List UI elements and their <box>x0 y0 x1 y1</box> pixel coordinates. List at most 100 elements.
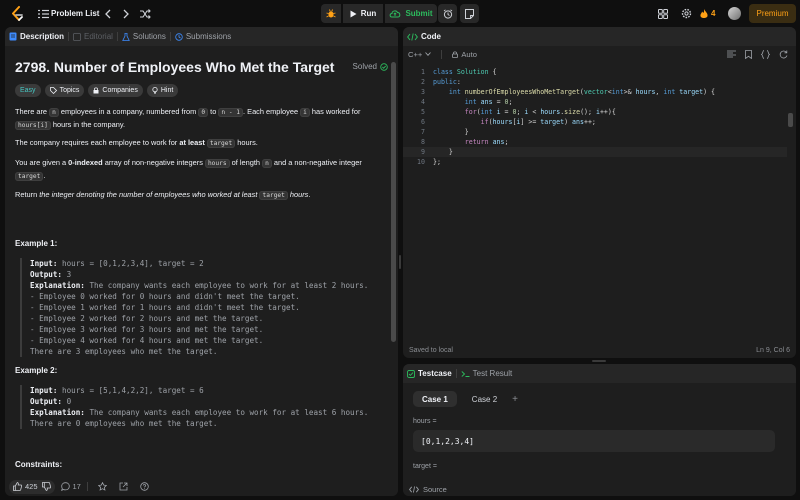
hint-tag[interactable]: Hint <box>146 84 179 97</box>
flame-icon <box>700 8 708 19</box>
logo-icon[interactable] <box>7 0 27 27</box>
run-button[interactable]: Run <box>343 4 383 23</box>
example-line: Output: 0 <box>30 396 386 407</box>
text: . Each employee <box>243 107 301 116</box>
language-select[interactable]: C++ <box>408 49 432 59</box>
tab-editorial-label: Editorial <box>84 32 113 41</box>
chevron-right-icon[interactable] <box>121 0 131 27</box>
cursor-position: Ln 9, Col 6 <box>756 347 790 354</box>
text: There are <box>15 107 50 116</box>
line-number: 6 <box>421 118 425 126</box>
scrollbar-thumb[interactable] <box>391 62 396 342</box>
code-line: 3 int numberOfEmployeesWhoMetTarget(vect… <box>403 87 787 97</box>
footer-divider <box>86 482 88 491</box>
problem-description: 2798. Number of Employees Who Met the Ta… <box>14 46 388 477</box>
bug-icon[interactable] <box>321 4 341 23</box>
testcase-tabs: Testcase Test Result <box>403 364 796 383</box>
constraints-title: Constraints: <box>15 460 63 469</box>
text: hours. <box>235 138 258 147</box>
editor-scrollbar[interactable] <box>788 113 793 127</box>
description-paragraph-4: Return the integer denoting the number o… <box>15 189 375 202</box>
tab-description[interactable]: Description <box>5 27 68 46</box>
label: Input: <box>30 386 58 395</box>
tab-description-label: Description <box>20 32 65 41</box>
streak-counter[interactable]: 4 <box>700 0 715 27</box>
code-line: 1 class Solution { <box>403 67 787 77</box>
star-icon[interactable] <box>97 482 107 491</box>
comments-button[interactable]: 17 <box>60 482 81 491</box>
case-tabs: Case 1 Case 2 + <box>413 391 518 407</box>
top-bar: Problem List Run Submit 4 Premium <box>0 0 800 27</box>
book-icon <box>73 32 81 41</box>
hours-label: hours = <box>413 418 437 425</box>
inline-code: hours[i] <box>15 121 51 130</box>
language-label: C++ <box>408 49 423 59</box>
example-line: Explanation: The company wants each empl… <box>30 280 386 291</box>
bold-text: 0-indexed <box>68 158 103 167</box>
vertical-splitter[interactable] <box>399 255 401 269</box>
label: Output: <box>30 397 63 406</box>
alarm-icon[interactable] <box>438 4 457 23</box>
avatar[interactable] <box>728 7 741 20</box>
premium-button[interactable]: Premium <box>749 4 796 23</box>
tab-test-result[interactable]: Test Result <box>457 364 517 383</box>
tab-submissions[interactable]: Submissions <box>171 27 235 46</box>
case-2-tab[interactable]: Case 2 <box>463 391 506 407</box>
inline-code: target <box>206 139 236 148</box>
gear-icon[interactable] <box>679 0 693 27</box>
submit-button[interactable]: Submit <box>385 4 437 23</box>
layout-icon[interactable] <box>656 0 670 27</box>
list-icon[interactable] <box>37 0 49 27</box>
toolbar-divider <box>441 49 443 59</box>
help-icon[interactable] <box>140 482 149 491</box>
description-scrollbar[interactable] <box>390 46 397 477</box>
text: to <box>208 107 219 116</box>
companies-tag[interactable]: Companies <box>88 84 143 97</box>
problem-list-link[interactable]: Problem List <box>51 0 99 27</box>
run-submit-group: Run Submit <box>321 4 437 23</box>
check-circle-icon <box>380 62 388 71</box>
auto-mode[interactable]: Auto <box>452 50 477 59</box>
code-icon <box>409 485 419 493</box>
share-icon[interactable] <box>119 482 128 491</box>
code-line: 8 return ans; <box>403 137 787 147</box>
note-icon[interactable] <box>460 4 479 23</box>
label: Explanation: <box>30 281 85 290</box>
comment-icon <box>60 482 70 491</box>
example-2-title: Example 2: <box>15 366 58 375</box>
add-case-button[interactable]: + <box>512 394 518 405</box>
example-line: - Employee 2 worked for 2 hours and met … <box>30 314 264 323</box>
inline-code: hours <box>204 159 230 168</box>
thumb-up-icon <box>13 482 22 491</box>
tab-solutions[interactable]: Solutions <box>118 27 170 46</box>
tab-code[interactable]: Code <box>403 27 445 46</box>
topics-tag[interactable]: Topics <box>44 84 85 97</box>
shuffle-icon[interactable] <box>139 0 151 27</box>
example-line: There are 3 employees who met the target… <box>30 347 218 356</box>
flask-icon <box>122 32 130 41</box>
text: Return <box>15 190 40 199</box>
format-icon[interactable] <box>727 50 736 58</box>
case-1-tab[interactable]: Case 1 <box>413 391 457 407</box>
example-line: Input: hours = [5,1,4,2,2], target = 6 <box>30 385 386 396</box>
text: You are given a <box>15 158 69 167</box>
hours-input[interactable]: [0,1,2,3,4] <box>413 430 775 452</box>
submit-label: Submit <box>405 9 433 18</box>
lock-icon <box>452 50 459 58</box>
inline-code: target <box>15 172 44 181</box>
tab-editorial[interactable]: Editorial <box>69 27 117 46</box>
bookmark-icon[interactable] <box>745 49 752 59</box>
line-number: 3 <box>421 88 425 96</box>
history-icon <box>175 32 183 41</box>
source-toggle[interactable]: Source <box>403 482 796 496</box>
text: hours in the company. <box>50 120 126 129</box>
code-editor[interactable]: 1 class Solution { 2 public: 3 int numberO… <box>403 67 796 207</box>
chevron-left-icon[interactable] <box>103 0 113 27</box>
tab-testcase[interactable]: Testcase <box>403 364 456 383</box>
reset-icon[interactable] <box>779 50 788 59</box>
thumb-down-icon[interactable] <box>41 482 51 491</box>
like-button[interactable]: 425 <box>13 482 38 491</box>
horizontal-splitter[interactable] <box>592 360 606 362</box>
difficulty-badge: Easy <box>15 84 41 97</box>
braces-icon[interactable] <box>761 49 770 59</box>
